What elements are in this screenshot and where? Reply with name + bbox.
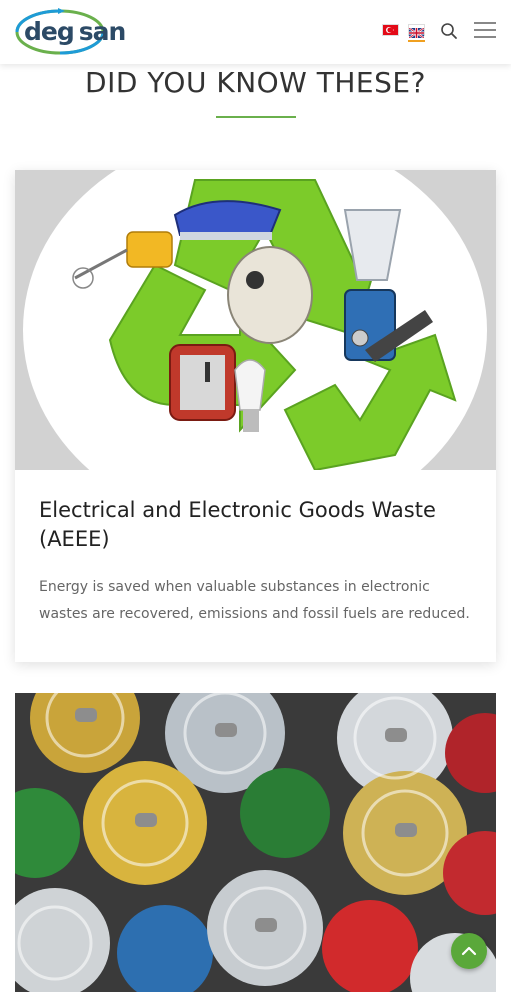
recycled-electronics-image bbox=[15, 170, 496, 470]
degsan-logo[interactable]: deg san bbox=[14, 7, 126, 57]
search-icon[interactable] bbox=[440, 22, 458, 40]
info-card-aeee[interactable]: Electrical and Electronic Goods Waste (A… bbox=[15, 170, 496, 662]
turkish-flag-icon[interactable] bbox=[382, 24, 399, 36]
crushed-aluminum-cans-image bbox=[15, 693, 496, 992]
active-language-indicator bbox=[408, 40, 425, 42]
title-divider bbox=[216, 116, 296, 118]
logo-text-deg: deg bbox=[24, 17, 75, 46]
scroll-to-top-button[interactable] bbox=[451, 933, 487, 969]
card-title[interactable]: Electrical and Electronic Goods Waste (A… bbox=[39, 496, 472, 554]
site-header: deg san bbox=[0, 0, 511, 64]
info-card-aluminum-cans[interactable] bbox=[15, 693, 496, 992]
card-description: Energy is saved when valuable substances… bbox=[39, 579, 470, 622]
chevron-up-icon bbox=[461, 946, 477, 956]
section-title: DID YOU KNOW THESE? bbox=[85, 66, 426, 99]
logo-text-san: san bbox=[78, 17, 127, 46]
hamburger-menu-icon[interactable] bbox=[474, 22, 496, 40]
english-flag-icon[interactable] bbox=[408, 24, 425, 39]
